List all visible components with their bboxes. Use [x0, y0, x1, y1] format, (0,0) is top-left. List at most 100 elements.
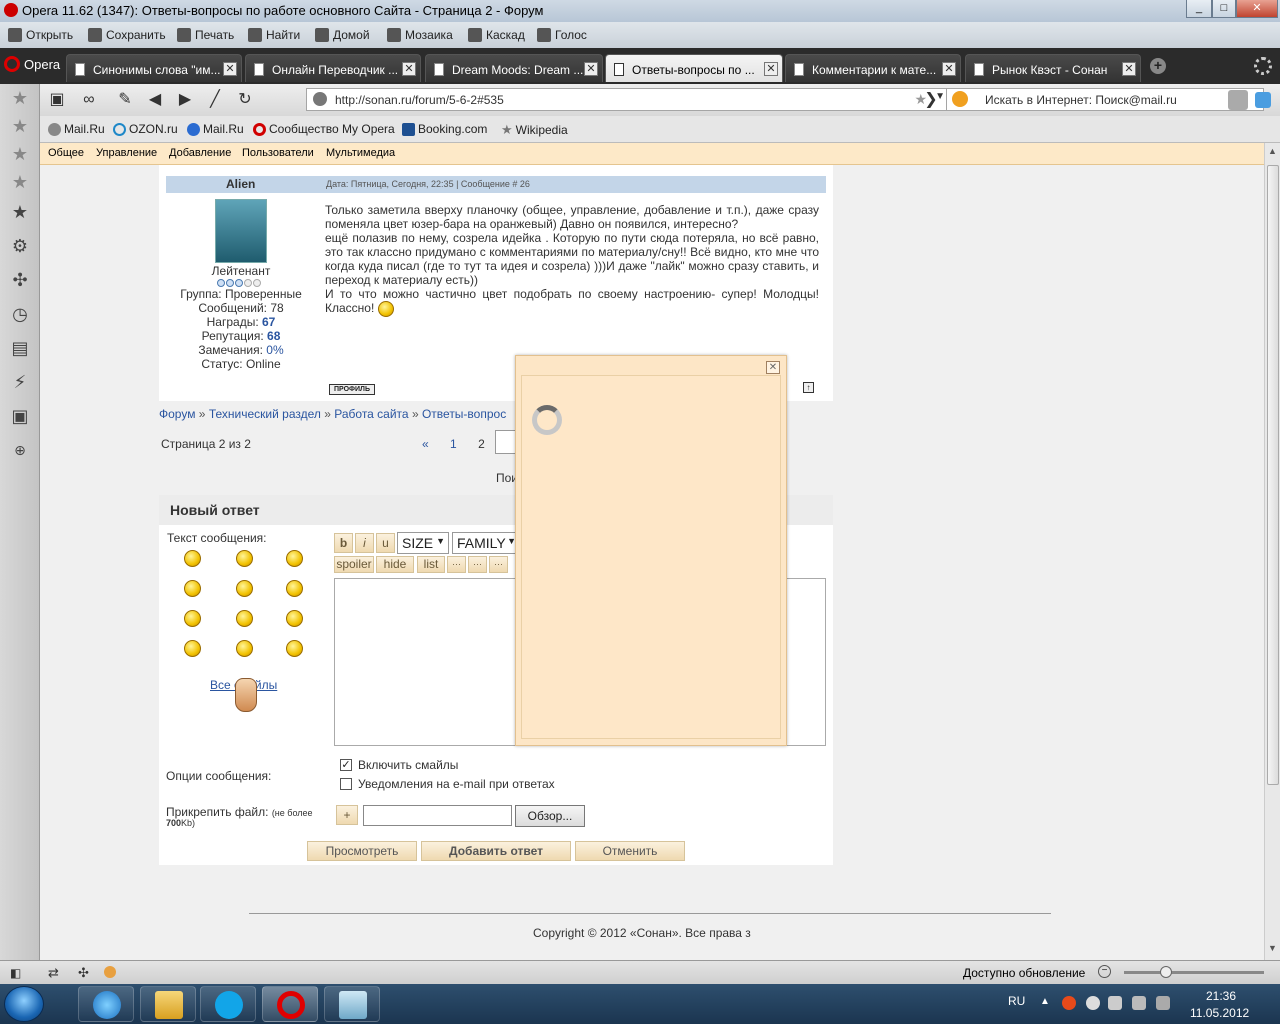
links-icon[interactable]: ▣ [7, 404, 33, 428]
sync-icon[interactable]: ⇄ [48, 965, 59, 981]
zoom-slider-thumb[interactable] [1160, 966, 1172, 978]
save-page-icon[interactable]: ▣ [48, 91, 66, 109]
cool-smile-icon[interactable] [286, 550, 303, 567]
voice-button[interactable]: Голос [537, 26, 587, 44]
close-tab-icon[interactable]: ✕ [402, 62, 416, 76]
cascade-button[interactable]: Каскад [468, 26, 525, 44]
bookmark-star-icon[interactable]: ★ [7, 170, 33, 194]
tab-market-quest[interactable]: Рынок Квэст - Сонан ✕ [965, 54, 1141, 82]
userbar-multimedia[interactable]: Мультимедиа [326, 147, 395, 159]
blush-smile-icon[interactable] [236, 610, 253, 627]
widgets-icon[interactable]: ✣ [7, 268, 33, 292]
tile-button[interactable]: Мозаика [387, 26, 453, 44]
close-window-button[interactable]: ✕ [1236, 0, 1278, 18]
breadcrumb-answers[interactable]: Ответы-вопрос [422, 407, 506, 421]
taskbar-app[interactable] [324, 986, 380, 1022]
minimize-button[interactable]: _ [1186, 0, 1212, 18]
family-select[interactable]: FAMILY ▼ [452, 532, 520, 554]
start-button[interactable] [4, 986, 44, 1022]
email-checkbox[interactable] [340, 778, 352, 790]
hide-button[interactable]: hide [376, 556, 414, 573]
turbo-icon[interactable]: ✣ [78, 965, 89, 981]
network-tray-icon[interactable] [1086, 996, 1100, 1010]
close-tab-icon[interactable]: ✕ [1122, 62, 1136, 76]
tab-synonyms[interactable]: Синонимы слова "им... ✕ [66, 54, 242, 82]
extension-icon[interactable] [1255, 92, 1271, 108]
shocked-smile-icon[interactable] [184, 580, 201, 597]
transfers-icon[interactable]: ⚡ [7, 370, 33, 394]
bookmark-ozon[interactable]: OZON.ru [113, 122, 178, 136]
grin-smile-icon[interactable] [236, 550, 253, 567]
neutral-smile-icon[interactable] [184, 610, 201, 627]
language-indicator[interactable]: RU [1008, 994, 1025, 1008]
tab-dream-moods[interactable]: Dream Moods: Dream ... ✕ [425, 54, 603, 82]
volume-tray-icon[interactable] [1156, 996, 1170, 1010]
bookmark-booking[interactable]: Booking.com [402, 122, 487, 136]
underline-button[interactable]: u [376, 533, 395, 553]
save-button[interactable]: Сохранить [88, 26, 166, 44]
smile-icon[interactable] [236, 580, 253, 597]
bookmarks-panel-icon[interactable]: ★ [7, 200, 33, 224]
list-button[interactable]: list [417, 556, 445, 573]
unite-icon[interactable] [104, 966, 116, 978]
profile-button[interactable]: ПРОФИЛЬ [329, 384, 375, 395]
bookmark-my-opera[interactable]: Сообщество My Opera [253, 122, 395, 136]
add-file-button[interactable]: + [336, 805, 358, 825]
prev-page-link[interactable]: « [422, 437, 429, 451]
zoom-slider[interactable] [1124, 971, 1264, 974]
opera-menu-button[interactable]: Opera [4, 56, 60, 72]
bookmark-star-icon[interactable]: ★ [7, 114, 33, 138]
tongue-smile-icon[interactable] [184, 640, 201, 657]
update-available-status[interactable]: Доступно обновление [963, 966, 1085, 980]
flag-tray-icon[interactable] [1108, 996, 1122, 1010]
scroll-up-icon[interactable]: ▲ [1268, 146, 1277, 156]
breadcrumb-site-work[interactable]: Работа сайта [334, 407, 408, 421]
userbar-manage[interactable]: Управление [96, 147, 157, 159]
find-button[interactable]: Найти [248, 26, 300, 44]
history-clock-icon[interactable]: ◷ [7, 302, 33, 326]
format-button-extra-3[interactable]: ··· [489, 556, 508, 573]
tab-comments[interactable]: Комментарии к мате... ✕ [785, 54, 961, 82]
tab-forum-answers[interactable]: Ответы-вопросы по ... ✕ [605, 54, 783, 82]
add-panel-icon[interactable]: ⊕ [7, 438, 33, 462]
userbar-users[interactable]: Пользователи [242, 147, 314, 159]
bookmark-wikipedia[interactable]: ★ Wikipedia [501, 122, 568, 138]
preview-button[interactable]: Просмотреть [307, 841, 417, 861]
bookmark-mailru[interactable]: Mail.Ru [48, 122, 105, 136]
breadcrumb-tech[interactable]: Технический раздел [209, 407, 321, 421]
scroll-down-icon[interactable]: ▼ [1268, 943, 1277, 953]
taskbar-ie[interactable] [78, 986, 134, 1022]
search-input[interactable]: Искать в Интернет: Поиск@mail.ru [946, 88, 1264, 111]
userbar-general[interactable]: Общее [48, 147, 84, 159]
close-tab-icon[interactable]: ✕ [223, 62, 237, 76]
home-button[interactable]: Домой [315, 26, 370, 44]
browse-button[interactable]: Обзор... [515, 805, 585, 827]
bookmark-star-icon[interactable]: ★ [7, 142, 33, 166]
close-popup-button[interactable]: ✕ [766, 361, 780, 374]
trash-icon[interactable] [1254, 57, 1272, 75]
address-field[interactable]: http://sonan.ru/forum/5-6-2#535 ★ ▼ [306, 88, 952, 111]
zoom-out-icon[interactable]: − [1098, 965, 1111, 978]
page-scrollbar[interactable]: ▲ ▼ [1264, 143, 1280, 960]
file-path-input[interactable] [363, 805, 512, 826]
bold-button[interactable]: b [334, 533, 353, 553]
new-tab-icon[interactable]: + [1150, 58, 1166, 74]
smiles-checkbox[interactable]: ✓ [340, 759, 352, 771]
sad-smile-icon[interactable] [184, 550, 201, 567]
happy-smile-icon[interactable] [286, 580, 303, 597]
post-author[interactable]: Alien [226, 177, 256, 191]
panel-toggle-icon[interactable]: ◧ [10, 966, 21, 980]
clock-time[interactable]: 21:36 [1206, 989, 1236, 1003]
breadcrumb-forum[interactable]: Форум [159, 407, 195, 421]
forward-icon[interactable]: ▶ [176, 91, 194, 109]
scroll-thumb[interactable] [1267, 165, 1279, 785]
tab-translator[interactable]: Онлайн Переводчик ... ✕ [245, 54, 421, 82]
search-button-icon[interactable] [1228, 90, 1248, 110]
close-tab-icon[interactable]: ✕ [764, 62, 778, 76]
bookmark-star-icon[interactable]: ★ [7, 86, 33, 110]
monitor-tray-icon[interactable] [1132, 996, 1146, 1010]
cancel-button[interactable]: Отменить [575, 841, 685, 861]
go-icon[interactable]: ❯ [922, 91, 940, 109]
wand-icon[interactable]: ✎ [116, 91, 134, 109]
close-tab-icon[interactable]: ✕ [584, 62, 598, 76]
